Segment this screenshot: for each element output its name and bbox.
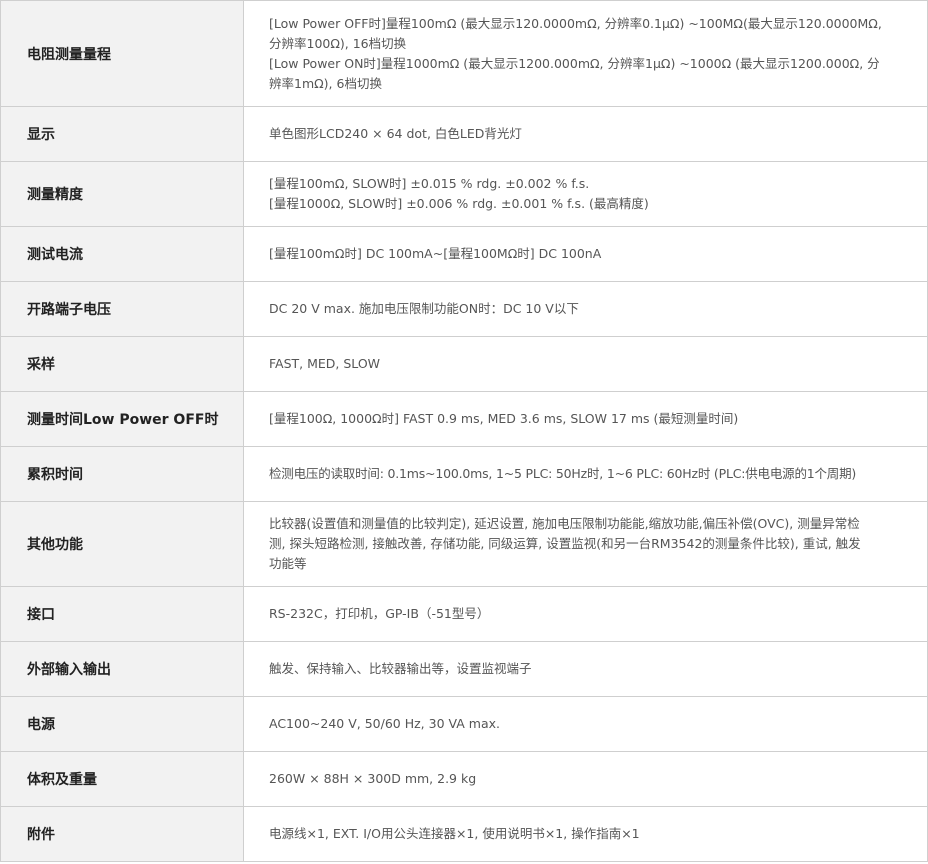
spec-value-line: DC 20 V max. 施加电压限制功能ON时：DC 10 V以下	[269, 301, 579, 316]
spec-row-dimensions-weight: 体积及重量 260W × 88H × 300D mm, 2.9 kg	[0, 751, 928, 807]
spec-row-other-functions: 其他功能 比较器(设置值和测量值的比较判定), 延迟设置, 施加电压限制功能能,…	[0, 501, 928, 587]
spec-value-line: [量程100Ω, 1000Ω时] FAST 0.9 ms, MED 3.6 ms…	[269, 411, 739, 426]
spec-label: 测量时间Low Power OFF时	[0, 391, 244, 447]
spec-label: 测试电流	[0, 226, 244, 282]
spec-value-line: FAST, MED, SLOW	[269, 356, 381, 371]
spec-label: 附件	[0, 806, 244, 862]
spec-value-line: 触发、保持输入、比较器输出等，设置监视端子	[269, 661, 532, 676]
spec-row-interface: 接口 RS-232C，打印机，GP-IB（-51型号）	[0, 586, 928, 642]
spec-row-sampling: 采样 FAST, MED, SLOW	[0, 336, 928, 392]
spec-row-test-current: 测试电流 [量程100mΩ时] DC 100mA~[量程100MΩ时] DC 1…	[0, 226, 928, 282]
spec-value: AC100~240 V, 50/60 Hz, 30 VA max.	[243, 696, 928, 752]
spec-value: RS-232C，打印机，GP-IB（-51型号）	[243, 586, 928, 642]
spec-value: 电源线×1, EXT. I/O用公头连接器×1, 使用说明书×1, 操作指南×1	[243, 806, 928, 862]
spec-row-power: 电源 AC100~240 V, 50/60 Hz, 30 VA max.	[0, 696, 928, 752]
spec-value: FAST, MED, SLOW	[243, 336, 928, 392]
spec-value-line: [量程1000Ω, SLOW时] ±0.006 % rdg. ±0.001 % …	[269, 196, 649, 211]
spec-value: [量程100Ω, 1000Ω时] FAST 0.9 ms, MED 3.6 ms…	[243, 391, 928, 447]
spec-value-line: 分辨率100Ω), 16档切换	[269, 35, 407, 51]
spec-row-measure-time: 测量时间Low Power OFF时 [量程100Ω, 1000Ω时] FAST…	[0, 391, 928, 447]
spec-value: 检测电压的读取时间: 0.1ms~100.0ms, 1~5 PLC: 50Hz时…	[243, 446, 928, 502]
spec-label: 显示	[0, 106, 244, 162]
spec-value-line: 电源线×1, EXT. I/O用公头连接器×1, 使用说明书×1, 操作指南×1	[269, 826, 640, 841]
spec-value: DC 20 V max. 施加电压限制功能ON时：DC 10 V以下	[243, 281, 928, 337]
spec-label: 采样	[0, 336, 244, 392]
spec-label: 外部输入输出	[0, 641, 244, 697]
spec-row-accessories: 附件 电源线×1, EXT. I/O用公头连接器×1, 使用说明书×1, 操作指…	[0, 806, 928, 862]
spec-label: 开路端子电压	[0, 281, 244, 337]
spec-value: 触发、保持输入、比较器输出等，设置监视端子	[243, 641, 928, 697]
spec-value-line: 260W × 88H × 300D mm, 2.9 kg	[269, 771, 477, 786]
spec-value-line: 辨率1mΩ), 6档切换	[269, 75, 382, 91]
spec-row-external-io: 外部输入输出 触发、保持输入、比较器输出等，设置监视端子	[0, 641, 928, 697]
spec-value-line: RS-232C，打印机，GP-IB（-51型号）	[269, 606, 490, 621]
spec-value: 单色图形LCD240 × 64 dot, 白色LED背光灯	[243, 106, 928, 162]
spec-row-integration-time: 累积时间 检测电压的读取时间: 0.1ms~100.0ms, 1~5 PLC: …	[0, 446, 928, 502]
spec-label: 测量精度	[0, 161, 244, 227]
spec-label: 电源	[0, 696, 244, 752]
spec-row-resistance-range: 电阻测量量程 [Low Power OFF时]量程100mΩ (最大显示120.…	[0, 0, 928, 107]
spec-label: 接口	[0, 586, 244, 642]
spec-value-line: AC100~240 V, 50/60 Hz, 30 VA max.	[269, 716, 500, 731]
spec-value-line: 检测电压的读取时间: 0.1ms~100.0ms, 1~5 PLC: 50Hz时…	[269, 466, 857, 481]
spec-value: [量程100mΩ时] DC 100mA~[量程100MΩ时] DC 100nA	[243, 226, 928, 282]
spec-value: [Low Power OFF时]量程100mΩ (最大显示120.0000mΩ,…	[243, 0, 928, 107]
spec-value: [量程100mΩ, SLOW时] ±0.015 % rdg. ±0.002 % …	[243, 161, 928, 227]
spec-label: 其他功能	[0, 501, 244, 587]
spec-label: 电阻测量量程	[0, 0, 244, 107]
spec-value: 260W × 88H × 300D mm, 2.9 kg	[243, 751, 928, 807]
spec-value-line: [Low Power ON时]量程1000mΩ (最大显示1200.000mΩ,…	[269, 55, 880, 71]
spec-label: 累积时间	[0, 446, 244, 502]
spec-row-display: 显示 单色图形LCD240 × 64 dot, 白色LED背光灯	[0, 106, 928, 162]
spec-row-accuracy: 测量精度 [量程100mΩ, SLOW时] ±0.015 % rdg. ±0.0…	[0, 161, 928, 227]
spec-value-line: 比较器(设置值和测量值的比较判定), 延迟设置, 施加电压限制功能能,缩放功能,…	[269, 516, 860, 531]
spec-value-line: [Low Power OFF时]量程100mΩ (最大显示120.0000mΩ,…	[269, 15, 882, 31]
spec-value-line: 功能等	[269, 556, 307, 571]
spec-value-line: 单色图形LCD240 × 64 dot, 白色LED背光灯	[269, 126, 522, 141]
spec-value-line: 测, 探头短路检测, 接触改善, 存储功能, 同级运算, 设置监视(和另一台RM…	[269, 536, 861, 551]
spec-row-open-voltage: 开路端子电压 DC 20 V max. 施加电压限制功能ON时：DC 10 V以…	[0, 281, 928, 337]
spec-table: 电阻测量量程 [Low Power OFF时]量程100mΩ (最大显示120.…	[0, 0, 928, 862]
spec-value-line: [量程100mΩ, SLOW时] ±0.015 % rdg. ±0.002 % …	[269, 176, 590, 191]
spec-value: 比较器(设置值和测量值的比较判定), 延迟设置, 施加电压限制功能能,缩放功能,…	[243, 501, 928, 587]
spec-value-line: [量程100mΩ时] DC 100mA~[量程100MΩ时] DC 100nA	[269, 246, 602, 261]
spec-label: 体积及重量	[0, 751, 244, 807]
